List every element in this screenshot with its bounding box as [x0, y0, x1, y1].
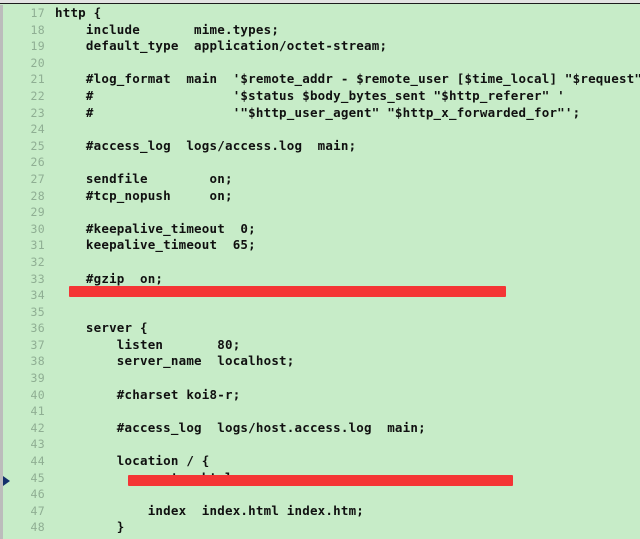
line-number: 29 — [30, 205, 45, 220]
line-number: 34 — [30, 288, 45, 303]
code-line[interactable]: 47 index index.html index.htm; — [3, 503, 640, 520]
line-number: 39 — [30, 371, 45, 386]
line-number: 22 — [30, 88, 45, 103]
line-code-text: sendfile on; — [55, 170, 233, 186]
line-number: 17 — [30, 6, 45, 20]
code-line[interactable]: 41 — [3, 403, 640, 420]
line-number: 48 — [30, 520, 45, 535]
line-number: 37 — [30, 337, 45, 352]
code-line[interactable]: 44 location / { — [3, 453, 640, 470]
line-number: 44 — [30, 454, 45, 469]
code-line[interactable]: 27 sendfile on; — [3, 171, 640, 188]
window-top-strip — [0, 0, 640, 4]
line-code-text: # '$status $body_bytes_sent "$http_refer… — [55, 87, 565, 103]
code-editor-window: 17 http {18 include mime.types; 19 default… — [0, 0, 640, 539]
line-number: 46 — [30, 487, 45, 502]
code-line[interactable]: 48 } — [3, 519, 640, 536]
execution-pointer-icon[interactable] — [3, 476, 10, 486]
code-line[interactable]: 31 keepalive_timeout 65; — [3, 237, 640, 254]
line-code-text: } — [55, 519, 125, 535]
code-line[interactable]: 26 — [3, 154, 640, 171]
line-number: 19 — [30, 39, 45, 54]
line-number: 32 — [30, 254, 45, 269]
line-code-text: server { — [55, 320, 148, 336]
line-code-text: #access_log logs/host.access.log main; — [55, 419, 426, 435]
code-line[interactable]: 42 #access_log logs/host.access.log main… — [3, 420, 640, 437]
line-code-text: # '"$http_user_agent" "$http_x_forwarded… — [55, 104, 581, 120]
line-number: 27 — [30, 171, 45, 186]
line-number: 31 — [30, 238, 45, 253]
line-number: 20 — [30, 55, 45, 70]
code-line[interactable]: 35 — [3, 304, 640, 321]
code-line[interactable]: 30 #keepalive_timeout 0; — [3, 221, 640, 238]
redacted-code-bar-line-34 — [69, 286, 506, 297]
line-code-text: listen 80; — [55, 336, 241, 352]
line-code-text: #access_log logs/access.log main; — [55, 137, 357, 153]
line-number: 40 — [30, 387, 45, 402]
line-code-text: #charset koi8-r; — [55, 386, 241, 402]
line-code-text: include mime.types; — [55, 21, 280, 37]
line-number: 41 — [30, 404, 45, 419]
code-content-area[interactable]: 17 http {18 include mime.types; 19 default… — [3, 5, 640, 539]
code-line[interactable]: 33 #gzip on; — [3, 271, 640, 288]
code-line[interactable]: 29 — [3, 204, 640, 221]
line-number: 21 — [30, 72, 45, 87]
code-line[interactable]: 22 # '$status $body_bytes_sent "$http_re… — [3, 88, 640, 105]
code-line[interactable]: 38 server_name localhost; — [3, 353, 640, 370]
line-number: 35 — [30, 304, 45, 319]
line-number: 33 — [30, 271, 45, 286]
code-line[interactable]: 28 #tcp_nopush on; — [3, 188, 640, 205]
line-code-text: #tcp_nopush on; — [55, 187, 233, 203]
code-line[interactable]: 24 — [3, 121, 640, 138]
line-code-text: server_name localhost; — [55, 353, 295, 369]
line-code-text: #gzip on; — [55, 270, 164, 286]
line-code-text: index index.html index.htm; — [55, 502, 365, 518]
line-number: 18 — [30, 22, 45, 37]
redacted-code-bar-line-46 — [128, 475, 513, 486]
code-line[interactable]: 37 listen 80; — [3, 337, 640, 354]
code-line[interactable]: 36 server { — [3, 320, 640, 337]
line-code-text: keepalive_timeout 65; — [55, 237, 256, 253]
line-number: 25 — [30, 138, 45, 153]
line-number: 30 — [30, 221, 45, 236]
code-line[interactable]: 23 # '"$http_user_agent" "$http_x_forwar… — [3, 105, 640, 122]
line-number: 23 — [30, 105, 45, 120]
line-code-text: location / { — [55, 453, 210, 469]
code-line[interactable]: 25 #access_log logs/access.log main; — [3, 138, 640, 155]
line-number: 24 — [30, 122, 45, 137]
code-line[interactable]: 21 #log_format main '$remote_addr - $rem… — [3, 71, 640, 88]
line-number: 43 — [30, 437, 45, 452]
line-number: 38 — [30, 354, 45, 369]
line-code-text: #keepalive_timeout 0; — [55, 220, 256, 236]
code-line[interactable]: 17 http { — [3, 5, 640, 22]
line-number: 28 — [30, 188, 45, 203]
line-code-text: http { — [55, 5, 102, 20]
line-number: 26 — [30, 155, 45, 170]
code-line[interactable]: 32 — [3, 254, 640, 271]
code-line[interactable]: 39 — [3, 370, 640, 387]
line-code-text: default_type application/octet-stream; — [55, 38, 388, 54]
code-line[interactable]: 18 include mime.types; — [3, 22, 640, 39]
line-number: 42 — [30, 420, 45, 435]
code-line[interactable]: 19 default_type application/octet-stream… — [3, 38, 640, 55]
code-line[interactable]: 20 — [3, 55, 640, 72]
line-code-text: #log_format main '$remote_addr - $remote… — [55, 71, 640, 87]
line-number: 47 — [30, 503, 45, 518]
code-line[interactable]: 46 — [3, 486, 640, 503]
code-line[interactable]: 40 #charset koi8-r; — [3, 387, 640, 404]
code-line[interactable]: 43 — [3, 436, 640, 453]
line-number: 36 — [30, 321, 45, 336]
